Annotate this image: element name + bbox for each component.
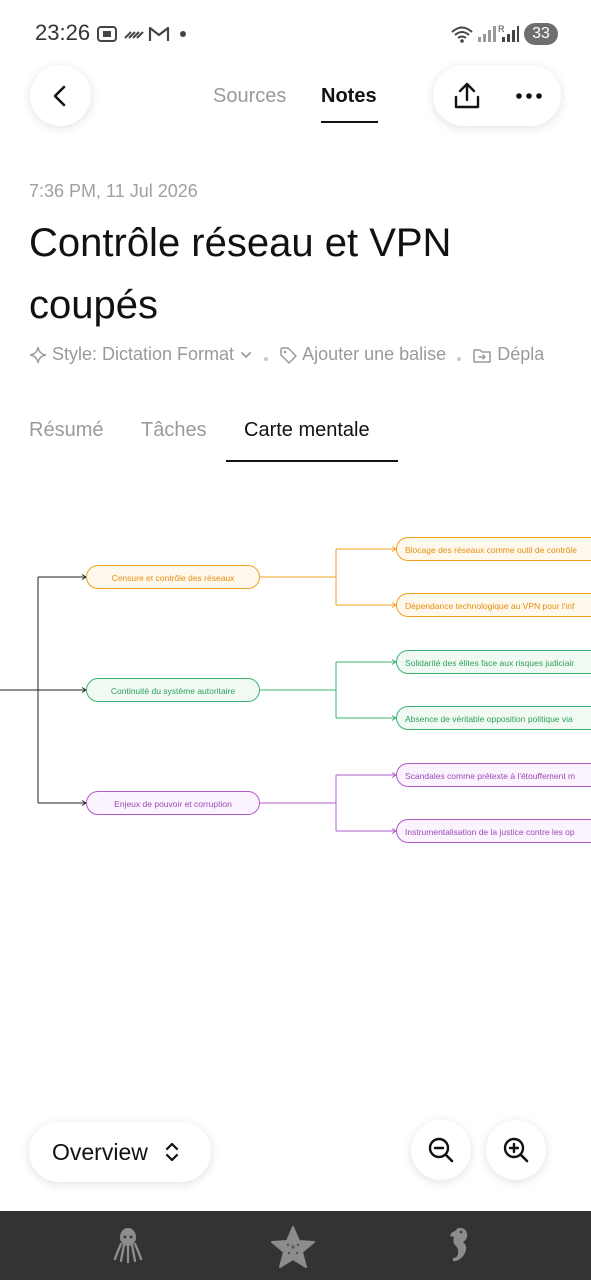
- active-tab-indicator: [321, 121, 378, 123]
- zoom-in-icon: [503, 1137, 529, 1163]
- tab-resume[interactable]: Résumé: [29, 419, 103, 442]
- chevron-left-icon: [53, 85, 66, 107]
- screenshot-icon: [97, 26, 117, 42]
- signal-icon: [478, 26, 496, 42]
- style-selector[interactable]: Style: Dictation Format: [29, 344, 253, 365]
- note-timestamp: 7:36 PM, 11 Jul 2026: [29, 181, 198, 201]
- tiktok-icon: [124, 31, 144, 39]
- signal-roaming-icon: R: [498, 24, 519, 42]
- move-label: Dépla: [497, 344, 545, 364]
- status-time: 23:26: [35, 20, 91, 45]
- folder-move-icon: [473, 348, 491, 363]
- mind-map-branch-node[interactable]: Continuité du système autoritaire: [86, 678, 260, 702]
- chevron-up-down-icon: [165, 1142, 179, 1162]
- chevron-down-icon: [241, 351, 251, 358]
- more-horizontal-icon[interactable]: [515, 91, 543, 101]
- wifi-icon: [451, 26, 473, 43]
- mind-map-leaf-node[interactable]: Solidarité des élites face aux risques j…: [396, 650, 591, 674]
- separator-dot: [457, 356, 462, 361]
- mind-map-leaf-node[interactable]: Scandales comme prétexte à l'étouffement…: [396, 763, 591, 787]
- mind-map-branch-node[interactable]: Enjeux de pouvoir et corruption: [86, 791, 260, 815]
- tag-icon: [280, 346, 297, 364]
- gmail-icon: [148, 26, 170, 41]
- move-button[interactable]: Dépla: [472, 344, 544, 365]
- mind-map-leaf-node[interactable]: Absence de véritable opposition politiqu…: [396, 706, 591, 730]
- svg-text:R: R: [498, 24, 505, 34]
- mind-map-leaf-node[interactable]: Instrumentalisation de la justice contre…: [396, 819, 591, 843]
- octopus-icon[interactable]: [112, 1225, 144, 1265]
- mind-map-branch-node[interactable]: Censure et contrôle des réseaux: [86, 565, 260, 589]
- battery-indicator: 33: [524, 23, 558, 45]
- back-button[interactable]: [30, 65, 91, 126]
- overview-label: Overview: [52, 1139, 148, 1165]
- note-meta-row: Style: Dictation Format Ajouter une bali…: [29, 344, 591, 368]
- tab-carte-mentale[interactable]: Carte mentale: [244, 419, 370, 442]
- mind-map-leaf-node[interactable]: Dépendance technologique au VPN pour l'i…: [396, 593, 591, 617]
- active-content-tab-indicator: [226, 460, 398, 462]
- notification-dot-icon: [180, 31, 186, 37]
- tab-taches[interactable]: Tâches: [141, 419, 207, 442]
- starfish-icon[interactable]: [270, 1225, 316, 1269]
- header-actions: [433, 65, 561, 126]
- zoom-out-icon: [428, 1137, 454, 1163]
- zoom-out-button[interactable]: [411, 1120, 471, 1180]
- separator-dot: [264, 356, 269, 361]
- sparkle-icon: [29, 346, 47, 363]
- mind-map[interactable]: Censure et contrôle des réseaux Blocage d…: [0, 520, 591, 860]
- share-upload-icon[interactable]: [452, 81, 482, 111]
- style-label: Style: Dictation Format: [52, 344, 235, 364]
- note-title: Contrôle réseau et VPN coupés: [29, 221, 452, 327]
- tab-sources[interactable]: Sources: [213, 85, 286, 108]
- tag-label: Ajouter une balise: [302, 344, 447, 364]
- zoom-in-button[interactable]: [486, 1120, 546, 1180]
- system-nav-bar: [0, 1211, 591, 1280]
- seahorse-icon[interactable]: [446, 1225, 472, 1267]
- overview-selector[interactable]: Overview: [29, 1122, 211, 1182]
- add-tag-button[interactable]: Ajouter une balise: [279, 344, 446, 365]
- tab-notes[interactable]: Notes: [321, 85, 377, 108]
- mind-map-leaf-node[interactable]: Blocage des réseaux comme outil de contr…: [396, 537, 591, 561]
